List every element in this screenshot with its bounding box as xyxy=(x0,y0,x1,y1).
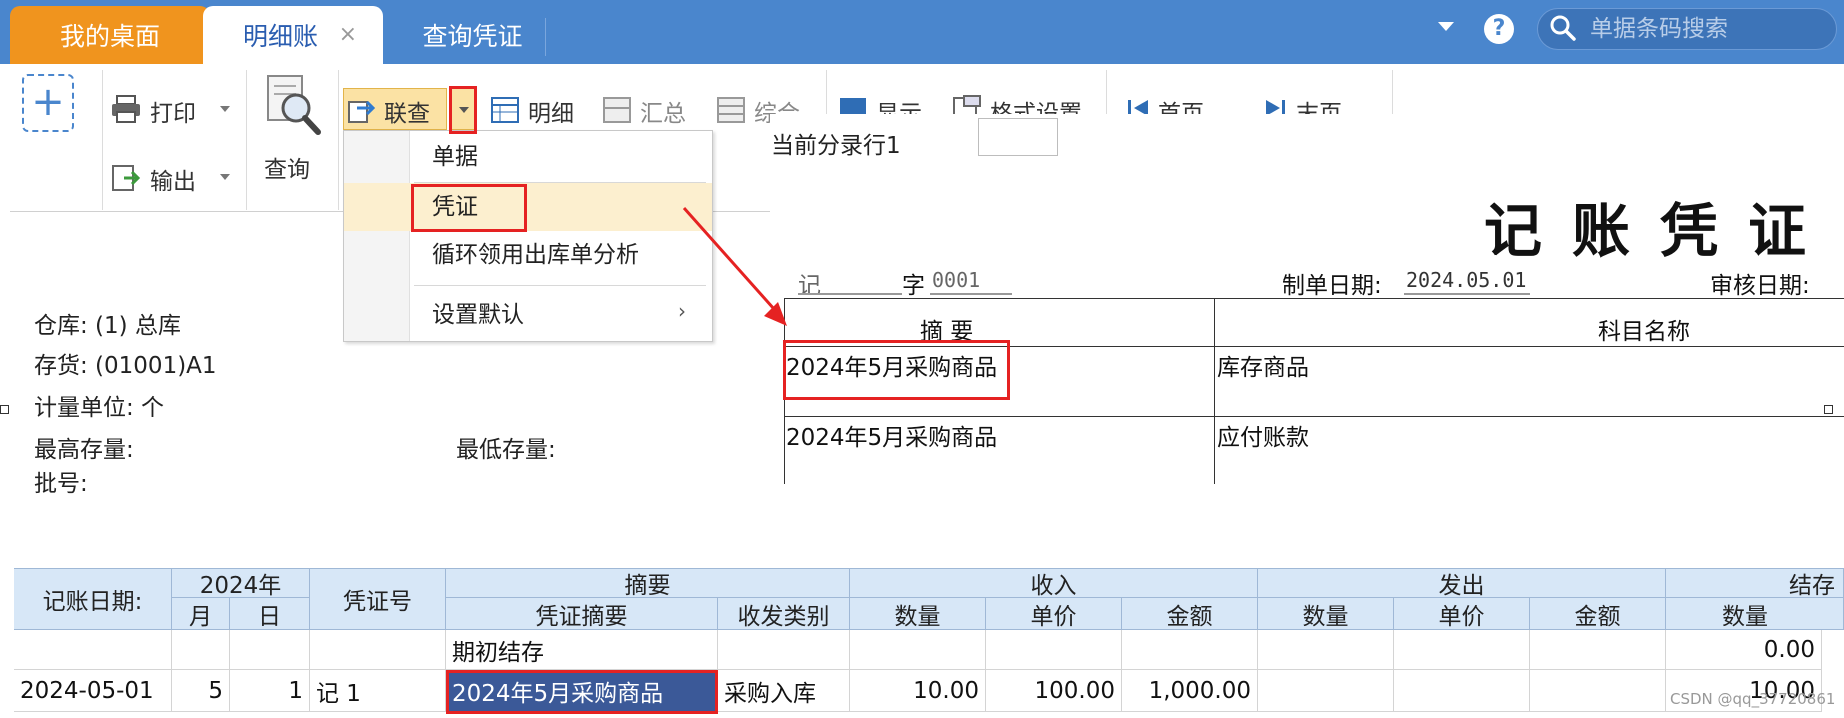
table-row-cell[interactable] xyxy=(986,630,1122,670)
detail-ledger-grid: 记账日期: 2024年 凭证号 摘要 收入 发出 结存 月 日 凭证摘要 收发类… xyxy=(14,568,1844,718)
table-row-cell[interactable]: 1 xyxy=(230,670,310,712)
table-row-cell[interactable]: 0.00 xyxy=(1666,630,1822,670)
table-row-cell[interactable]: 10.00 xyxy=(850,670,986,712)
grid-header-month[interactable]: 月 xyxy=(172,598,230,630)
table-row-cell[interactable]: 期初结存 xyxy=(446,630,718,670)
grid-header-in-qty[interactable]: 数量 xyxy=(850,598,986,630)
grid-header-bal-qty[interactable]: 数量 xyxy=(1666,598,1844,630)
grid-header-balance[interactable]: 结存 xyxy=(1666,568,1844,599)
grid-header-date[interactable]: 记账日期: xyxy=(14,568,172,630)
annotation-box xyxy=(446,670,718,714)
grid-header-outgo[interactable]: 发出 xyxy=(1258,568,1666,599)
grid-header-day[interactable]: 日 xyxy=(230,598,310,630)
grid-header-category[interactable]: 收发类别 xyxy=(718,598,850,630)
grid-header-out-price[interactable]: 单价 xyxy=(1394,598,1530,630)
grid-top-border xyxy=(14,568,1844,569)
table-row-cell[interactable] xyxy=(1530,670,1666,712)
grid-header-in-amount[interactable]: 金额 xyxy=(1122,598,1258,630)
table-row-cell[interactable] xyxy=(172,630,230,670)
grid-header-income[interactable]: 收入 xyxy=(850,568,1258,599)
table-row-cell[interactable]: 记 1 xyxy=(310,670,446,712)
table-row-cell[interactable]: 5 xyxy=(172,670,230,712)
grid-header-year[interactable]: 2024年 xyxy=(172,568,310,599)
table-row-cell[interactable] xyxy=(1122,630,1258,670)
grid-header-summary-group[interactable]: 摘要 xyxy=(446,568,850,599)
table-row-cell[interactable] xyxy=(1394,670,1530,712)
table-row-cell[interactable] xyxy=(1394,630,1530,670)
table-row-cell[interactable] xyxy=(1530,630,1666,670)
table-row-cell[interactable] xyxy=(310,630,446,670)
watermark: CSDN @qq_37720861 xyxy=(1670,690,1836,708)
table-row-cell[interactable] xyxy=(1258,670,1394,712)
table-row-cell[interactable] xyxy=(718,630,850,670)
table-row-cell[interactable]: 100.00 xyxy=(986,670,1122,712)
table-row-cell[interactable]: 1,000.00 xyxy=(1122,670,1258,712)
grid-header-out-qty[interactable]: 数量 xyxy=(1258,598,1394,630)
grid-header-out-amount[interactable]: 金额 xyxy=(1530,598,1666,630)
grid-header-voucher-no[interactable]: 凭证号 xyxy=(310,568,446,630)
table-row-cell[interactable] xyxy=(850,630,986,670)
table-row-cell[interactable] xyxy=(14,630,172,670)
table-row-cell[interactable] xyxy=(230,630,310,670)
grid-header-in-price[interactable]: 单价 xyxy=(986,598,1122,630)
table-row-cell[interactable]: 采购入库 xyxy=(718,670,850,712)
table-row-cell[interactable]: 2024-05-01 xyxy=(14,670,172,712)
grid-header-voucher-summary[interactable]: 凭证摘要 xyxy=(446,598,718,630)
table-row-cell[interactable] xyxy=(1258,630,1394,670)
